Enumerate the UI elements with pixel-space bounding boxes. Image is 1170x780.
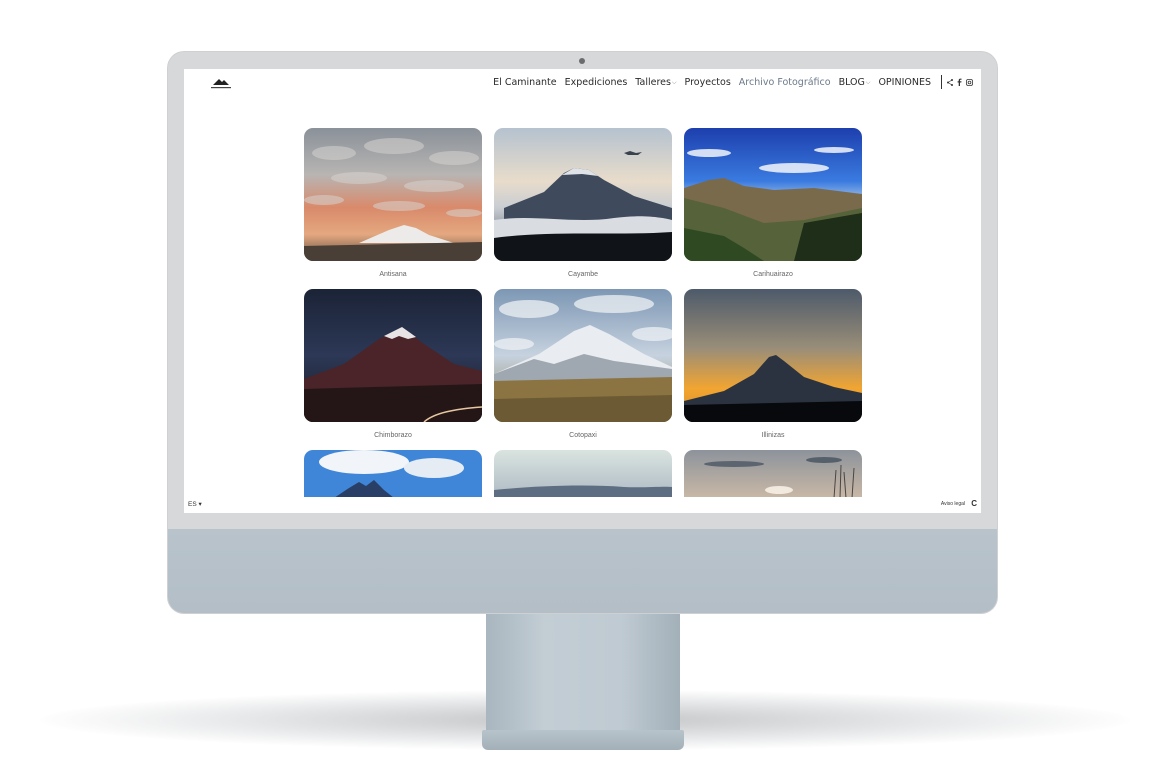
gallery-card-chimborazo[interactable]: Chimborazo xyxy=(304,289,482,450)
gallery-caption: Illinizas xyxy=(761,432,785,439)
instagram-icon[interactable] xyxy=(966,78,973,86)
share-icon[interactable] xyxy=(947,78,953,86)
legal-notice-link[interactable]: Aviso legal xyxy=(941,501,965,507)
gallery-photo[interactable] xyxy=(684,128,862,261)
illinizas-photo xyxy=(684,289,862,422)
photo-gallery: Antisana Cayambe Carihuairazo Chimborazo… xyxy=(304,128,863,513)
chimborazo-photo xyxy=(304,289,482,422)
nav-label: El Caminante xyxy=(493,77,557,88)
nav-label: Archivo Fotográfico xyxy=(738,77,831,88)
monitor-stand xyxy=(486,608,680,734)
cayambe-photo xyxy=(494,128,672,261)
gallery-caption: Cotopaxi xyxy=(569,432,597,439)
nav-archivo-fotografico[interactable]: Archivo Fotográfico xyxy=(739,77,831,88)
mountain-photo xyxy=(304,450,482,498)
nav-label: OPINIONES xyxy=(878,77,931,88)
monitor-frame: El Caminante Expediciones Talleres ⌵ Pro… xyxy=(168,52,997,613)
nav-opiniones[interactable]: OPINIONES xyxy=(878,77,931,88)
gallery-caption: Antisana xyxy=(379,271,407,278)
gallery-caption: Chimborazo xyxy=(374,432,412,439)
gallery-photo[interactable] xyxy=(494,289,672,422)
gallery-photo[interactable] xyxy=(684,289,862,422)
antisana-photo xyxy=(304,128,482,261)
nav-expediciones[interactable]: Expediciones xyxy=(565,77,628,88)
footer-bar: ES ▾ Aviso legal C xyxy=(184,497,981,513)
chevron-down-icon: ⌵ xyxy=(671,78,677,86)
nav-label: Talleres xyxy=(635,77,671,88)
language-selector[interactable]: ES ▾ xyxy=(188,500,202,508)
camera-dot xyxy=(579,58,585,64)
nav-label: Proyectos xyxy=(684,77,731,88)
browser-screen: El Caminante Expediciones Talleres ⌵ Pro… xyxy=(184,69,981,513)
mountain-photo xyxy=(684,450,862,498)
gallery-caption: Carihuairazo xyxy=(753,271,793,278)
nav-talleres[interactable]: Talleres ⌵ xyxy=(635,77,676,88)
gallery-photo[interactable] xyxy=(304,289,482,422)
social-links xyxy=(941,75,973,89)
nav-el-caminante[interactable]: El Caminante xyxy=(493,77,556,88)
gallery-card-cayambe[interactable]: Cayambe xyxy=(494,128,672,289)
mountain-photo xyxy=(494,450,672,498)
gallery-card-cotopaxi[interactable]: Cotopaxi xyxy=(494,289,672,450)
gallery-photo[interactable] xyxy=(494,128,672,261)
chevron-down-icon: ⌵ xyxy=(865,78,871,86)
gallery-photo[interactable] xyxy=(494,450,672,498)
gallery-photo[interactable] xyxy=(684,450,862,498)
nav-label: Expediciones xyxy=(564,77,628,88)
nav-blog[interactable]: BLOG ⌵ xyxy=(839,77,871,88)
gallery-card-carihuairazo[interactable]: Carihuairazo xyxy=(684,128,862,289)
gallery-photo[interactable] xyxy=(304,128,482,261)
gallery-card-antisana[interactable]: Antisana xyxy=(304,128,482,289)
site-logo[interactable] xyxy=(209,75,233,91)
nav-label: BLOG xyxy=(838,77,865,88)
main-navigation: El Caminante Expediciones Talleres ⌵ Pro… xyxy=(493,77,931,88)
nav-proyectos[interactable]: Proyectos xyxy=(685,77,731,88)
gallery-card-illinizas[interactable]: Illinizas xyxy=(684,289,862,450)
mountain-logo-icon xyxy=(211,79,231,89)
monitor-chin xyxy=(168,529,997,613)
carihuairazo-photo xyxy=(684,128,862,261)
monitor-stand-foot xyxy=(482,730,684,750)
gallery-photo[interactable] xyxy=(304,450,482,498)
gallery-caption: Cayambe xyxy=(568,271,598,278)
facebook-icon[interactable] xyxy=(957,78,962,86)
cotopaxi-photo xyxy=(494,289,672,422)
brand-c-icon[interactable]: C xyxy=(971,499,977,508)
